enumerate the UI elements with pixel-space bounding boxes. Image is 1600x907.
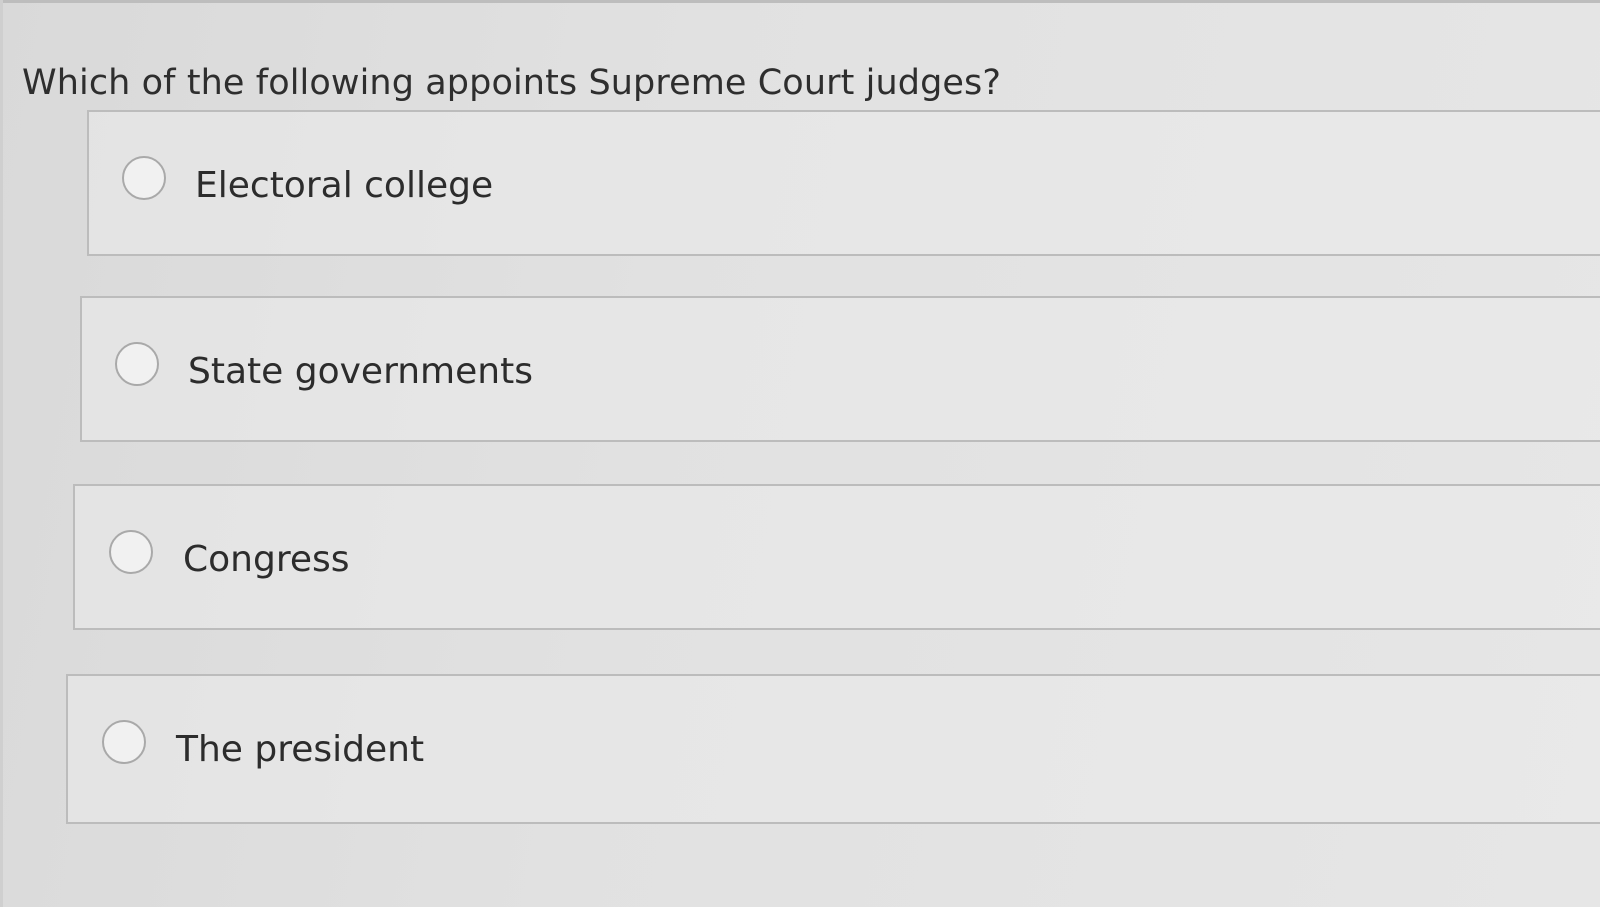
- question-text: Which of the following appoints Supreme …: [22, 63, 1002, 103]
- radio-button-icon[interactable]: [115, 342, 159, 386]
- answer-option-label: Electoral college: [195, 165, 494, 206]
- screen-top-edge: [0, 0, 1600, 3]
- answer-option-electoral-college[interactable]: Electoral college: [87, 110, 1600, 256]
- radio-button-icon[interactable]: [102, 720, 146, 764]
- radio-button-icon[interactable]: [122, 156, 166, 200]
- answer-option-state-governments[interactable]: State governments: [80, 296, 1600, 442]
- answer-option-label: The president: [176, 729, 425, 770]
- answer-option-congress[interactable]: Congress: [73, 484, 1600, 630]
- screen-left-edge: [0, 0, 3, 907]
- answer-option-label: State governments: [188, 351, 533, 392]
- answer-option-the-president[interactable]: The president: [66, 674, 1600, 824]
- answer-option-label: Congress: [183, 539, 350, 580]
- radio-button-icon[interactable]: [109, 530, 153, 574]
